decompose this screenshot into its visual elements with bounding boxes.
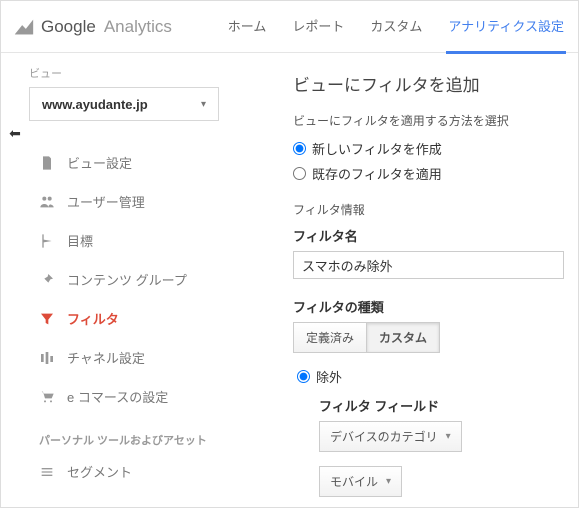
header: Google Analytics ホーム レポート カスタム アナリティクス設定 <box>1 1 578 53</box>
sidebar-item-view-settings[interactable]: ビュー設定 <box>29 143 271 182</box>
filter-name-label: フィルタ名 <box>293 226 564 245</box>
sidebar-item-filters[interactable]: フィルタ <box>29 299 271 338</box>
sidebar-item-user-management[interactable]: ユーザー管理 <box>29 182 271 221</box>
flag-icon <box>39 233 55 249</box>
cart-icon <box>39 389 55 405</box>
analytics-logo-icon <box>13 16 35 38</box>
nav-custom[interactable]: カスタム <box>368 0 424 54</box>
main-panel: ビューにフィルタを追加 ビューにフィルタを適用する方法を選択 新しいフィルタを作… <box>279 53 578 507</box>
device-category-dropdown[interactable]: デバイスのカテゴリ ▾ <box>319 421 462 452</box>
sidebar-item-ecommerce[interactable]: e コマースの設定 <box>29 377 271 416</box>
sidebar-label: ユーザー管理 <box>67 192 145 211</box>
document-icon <box>39 155 55 171</box>
radio-new-input[interactable] <box>293 142 306 155</box>
filter-type-label: フィルタの種類 <box>293 297 564 316</box>
tab-custom[interactable]: カスタム <box>367 322 440 353</box>
users-icon <box>39 194 55 210</box>
sidebar-item-goals[interactable]: 目標 <box>29 221 271 260</box>
back-arrow-icon[interactable]: ⬅ <box>9 125 21 507</box>
logo: Google Analytics <box>13 16 172 38</box>
sidebar-label: e コマースの設定 <box>67 387 168 406</box>
sidebar: ⬅ ビュー www.ayudante.jp ▾ ビュー設定 <box>1 53 279 507</box>
radio-label: 既存のフィルタを適用 <box>312 164 442 183</box>
view-selector[interactable]: www.ayudante.jp ▾ <box>29 87 219 121</box>
page-title: ビューにフィルタを追加 <box>293 71 564 96</box>
sidebar-item-channel-settings[interactable]: チャネル設定 <box>29 338 271 377</box>
channel-icon <box>39 350 55 366</box>
sidebar-group-label: パーソナル ツールおよびアセット <box>39 432 271 448</box>
segment-icon <box>39 464 55 480</box>
radio-existing-filter[interactable]: 既存のフィルタを適用 <box>293 164 564 183</box>
mobile-dropdown[interactable]: モバイル ▾ <box>319 466 402 497</box>
filter-name-input[interactable] <box>293 251 564 279</box>
radio-existing-input[interactable] <box>293 167 306 180</box>
radio-exclude[interactable]: 除外 <box>297 367 564 386</box>
top-nav: ホーム レポート カスタム アナリティクス設定 <box>226 0 566 54</box>
caret-down-icon: ▾ <box>386 476 391 487</box>
sidebar-label: フィルタ <box>67 309 119 328</box>
caret-down-icon: ▾ <box>201 99 206 110</box>
sidebar-label: ビュー設定 <box>67 153 132 172</box>
tab-predefined[interactable]: 定義済み <box>293 322 367 353</box>
radio-label: 除外 <box>316 367 342 386</box>
view-domain: www.ayudante.jp <box>42 97 148 112</box>
nav-admin[interactable]: アナリティクス設定 <box>446 0 566 54</box>
filter-info-label: フィルタ情報 <box>293 201 564 218</box>
dropdown-value: モバイル <box>330 473 378 490</box>
view-label: ビュー <box>29 65 271 81</box>
sidebar-label: チャネル設定 <box>67 348 145 367</box>
brand-google: Google <box>41 17 96 37</box>
dropdown-value: デバイスのカテゴリ <box>330 428 438 445</box>
sidebar-label: セグメント <box>67 462 132 481</box>
radio-label: 新しいフィルタを作成 <box>312 139 442 158</box>
caret-down-icon: ▾ <box>446 431 451 442</box>
filter-type-tabs: 定義済み カスタム <box>293 322 564 353</box>
sidebar-label: 目標 <box>67 231 93 250</box>
radio-exclude-input[interactable] <box>297 370 310 383</box>
sidebar-item-segments[interactable]: セグメント <box>29 452 271 491</box>
apply-method-label: ビューにフィルタを適用する方法を選択 <box>293 112 564 129</box>
filter-field-label: フィルタ フィールド <box>319 396 564 415</box>
nav-report[interactable]: レポート <box>290 0 346 54</box>
sidebar-item-content-groups[interactable]: コンテンツ グループ <box>29 260 271 299</box>
brand-analytics: Analytics <box>104 17 172 37</box>
radio-new-filter[interactable]: 新しいフィルタを作成 <box>293 139 564 158</box>
sidebar-label: コンテンツ グループ <box>67 270 187 289</box>
nav-home[interactable]: ホーム <box>226 0 269 54</box>
filter-icon <box>39 311 55 327</box>
pin-icon <box>39 272 55 288</box>
